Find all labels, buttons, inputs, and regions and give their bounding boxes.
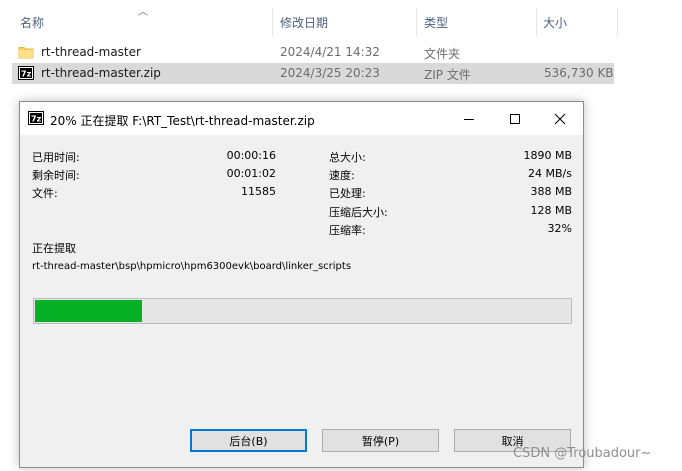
progress-fill — [35, 300, 142, 322]
compressed-size-value: 128 MB — [530, 204, 572, 217]
column-header: ︿ 名称 修改日期 类型 大小 — [0, 0, 682, 40]
minimize-icon — [464, 118, 474, 120]
file-size: 536,730 KB — [544, 66, 614, 80]
file-name: rt-thread-master — [41, 45, 141, 59]
compressed-size-label: 压缩后大小: — [329, 206, 388, 219]
pause-button[interactable]: 暂停(P) — [322, 429, 439, 452]
column-divider[interactable] — [617, 8, 618, 36]
remaining-time-label: 剩余时间: — [32, 169, 80, 182]
sort-ascending-icon: ︿ — [138, 7, 148, 18]
column-name[interactable]: 名称 — [20, 14, 44, 31]
column-type[interactable]: 类型 — [424, 14, 448, 31]
file-date: 2024/4/21 14:32 — [280, 45, 380, 59]
compression-ratio-value: 32% — [547, 222, 572, 235]
processed-value: 388 MB — [530, 185, 572, 198]
file-name: rt-thread-master.zip — [41, 66, 161, 80]
maximize-button[interactable] — [492, 102, 538, 135]
elapsed-time-value: 00:00:16 — [226, 149, 276, 162]
maximize-icon — [510, 113, 520, 124]
current-file-path: rt-thread-master\bsp\hpmicro\hpm6300evk\… — [32, 261, 352, 272]
7zip-app-icon: 7z — [28, 111, 44, 125]
svg-text:7z: 7z — [31, 115, 42, 124]
7zip-archive-icon: 7z — [18, 66, 34, 80]
file-date: 2024/3/25 20:23 — [280, 66, 380, 80]
column-date[interactable]: 修改日期 — [280, 14, 328, 31]
column-divider[interactable] — [416, 8, 417, 36]
svg-text:7z: 7z — [21, 70, 32, 79]
total-size-label: 总大小: — [329, 151, 366, 164]
window-title: 20% 正在提取 F:\RT_Test\rt-thread-master.zip — [50, 114, 315, 128]
column-size[interactable]: 大小 — [543, 14, 567, 31]
file-row-zip[interactable]: 7z rt-thread-master.zip 2024/3/25 20:23 … — [12, 63, 614, 84]
status-label: 正在提取 — [32, 242, 76, 255]
processed-label: 已处理: — [329, 187, 366, 200]
minimize-button[interactable] — [446, 102, 492, 135]
column-divider[interactable] — [272, 8, 273, 36]
file-row-folder[interactable]: rt-thread-master 2024/4/21 14:32 文件夹 — [12, 42, 614, 63]
total-size-value: 1890 MB — [523, 149, 572, 162]
title-bar[interactable]: 7z 20% 正在提取 F:\RT_Test\rt-thread-master.… — [20, 102, 583, 135]
watermark: CSDN @Troubadour~ — [513, 446, 652, 461]
column-divider[interactable] — [536, 8, 537, 36]
file-type: 文件夹 — [424, 47, 461, 61]
files-value: 11585 — [241, 185, 276, 198]
extract-progress-dialog: 7z 20% 正在提取 F:\RT_Test\rt-thread-master.… — [19, 101, 584, 468]
progress-bar — [33, 298, 572, 324]
speed-value: 24 MB/s — [528, 167, 572, 180]
folder-icon — [18, 47, 34, 59]
background-button[interactable]: 后台(B) — [190, 429, 307, 452]
close-button[interactable] — [537, 102, 583, 135]
speed-label: 速度: — [329, 169, 355, 182]
close-icon — [554, 113, 566, 124]
compression-ratio-label: 压缩率: — [329, 224, 366, 237]
files-label: 文件: — [32, 187, 58, 200]
elapsed-time-label: 已用时间: — [32, 151, 80, 164]
file-type: ZIP 文件 — [424, 68, 471, 82]
remaining-time-value: 00:01:02 — [226, 167, 276, 180]
